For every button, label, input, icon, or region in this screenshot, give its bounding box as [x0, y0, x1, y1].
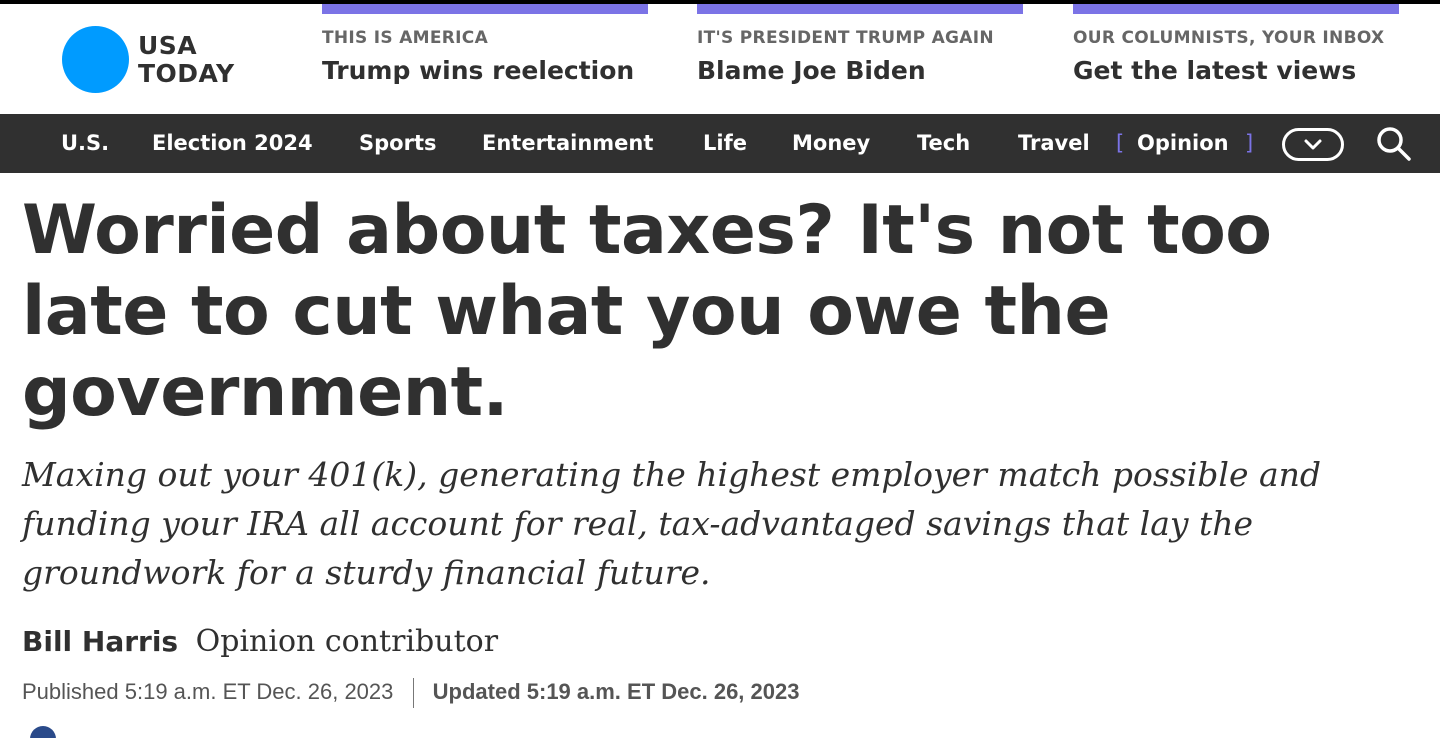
opinion-bracket-close: ] [1245, 131, 1254, 155]
promo-accent-bar [1073, 4, 1399, 14]
promo-accent-bar [697, 4, 1023, 14]
chevron-down-icon [1304, 139, 1322, 150]
nav-item-entertainment[interactable]: Entertainment [482, 114, 653, 173]
promo-kicker: OUR COLUMNISTS, YOUR INBOX [1073, 28, 1385, 48]
promo-headline[interactable]: Get the latest views [1073, 56, 1356, 85]
logo-line-2: TODAY [138, 58, 235, 88]
published-date: Published 5:19 a.m. ET Dec. 26, 2023 [22, 678, 394, 704]
nav-item-election-2024[interactable]: Election 2024 [152, 114, 313, 173]
nav-item-tech[interactable]: Tech [917, 114, 970, 173]
nav-item-us[interactable]: U.S. [61, 114, 109, 173]
promo-headline[interactable]: Blame Joe Biden [697, 56, 926, 85]
promo-accent-bar [322, 4, 648, 14]
byline: Bill Harris Opinion contributor [22, 624, 498, 659]
more-sections-button[interactable] [1282, 128, 1344, 161]
nav-item-life[interactable]: Life [703, 114, 747, 173]
author-name[interactable]: Bill Harris [22, 625, 178, 658]
updated-date: Updated 5:19 a.m. ET Dec. 26, 2023 [432, 678, 800, 704]
timestamp-divider [412, 678, 414, 708]
logo-wordmark: USA TODAY [138, 30, 235, 88]
promo-card-1[interactable]: THIS IS AMERICA Trump wins reelection [322, 4, 648, 114]
usa-today-logo[interactable]: USA TODAY [62, 26, 235, 93]
logo-line-1: USA [138, 30, 198, 60]
nav-item-sports[interactable]: Sports [359, 114, 436, 173]
search-button[interactable] [1374, 124, 1414, 164]
opinion-bracket-open: [ [1116, 131, 1125, 155]
search-icon [1377, 127, 1411, 161]
promo-kicker: THIS IS AMERICA [322, 28, 489, 48]
logo-dot [62, 26, 129, 93]
author-avatar [30, 726, 56, 738]
article-timestamps: Published 5:19 a.m. ET Dec. 26, 2023 Upd… [22, 678, 799, 708]
author-role: Opinion contributor [195, 624, 499, 659]
article-dek: Maxing out your 401(k), generating the h… [22, 455, 1322, 592]
nav-item-money[interactable]: Money [792, 114, 870, 173]
site-header: USA TODAY THIS IS AMERICA Trump wins ree… [0, 4, 1440, 114]
article-headline: Worried about taxes? It's not too late t… [22, 191, 1272, 432]
promo-headline[interactable]: Trump wins reelection [322, 56, 634, 85]
nav-item-opinion[interactable]: Opinion [1137, 114, 1229, 173]
nav-item-travel[interactable]: Travel [1018, 114, 1090, 173]
promo-card-3[interactable]: OUR COLUMNISTS, YOUR INBOX Get the lates… [1073, 4, 1399, 114]
main-nav: U.S. Election 2024 Sports Entertainment … [0, 114, 1440, 173]
promo-card-2[interactable]: IT'S PRESIDENT TRUMP AGAIN Blame Joe Bid… [697, 4, 1023, 114]
promo-kicker: IT'S PRESIDENT TRUMP AGAIN [697, 28, 994, 48]
